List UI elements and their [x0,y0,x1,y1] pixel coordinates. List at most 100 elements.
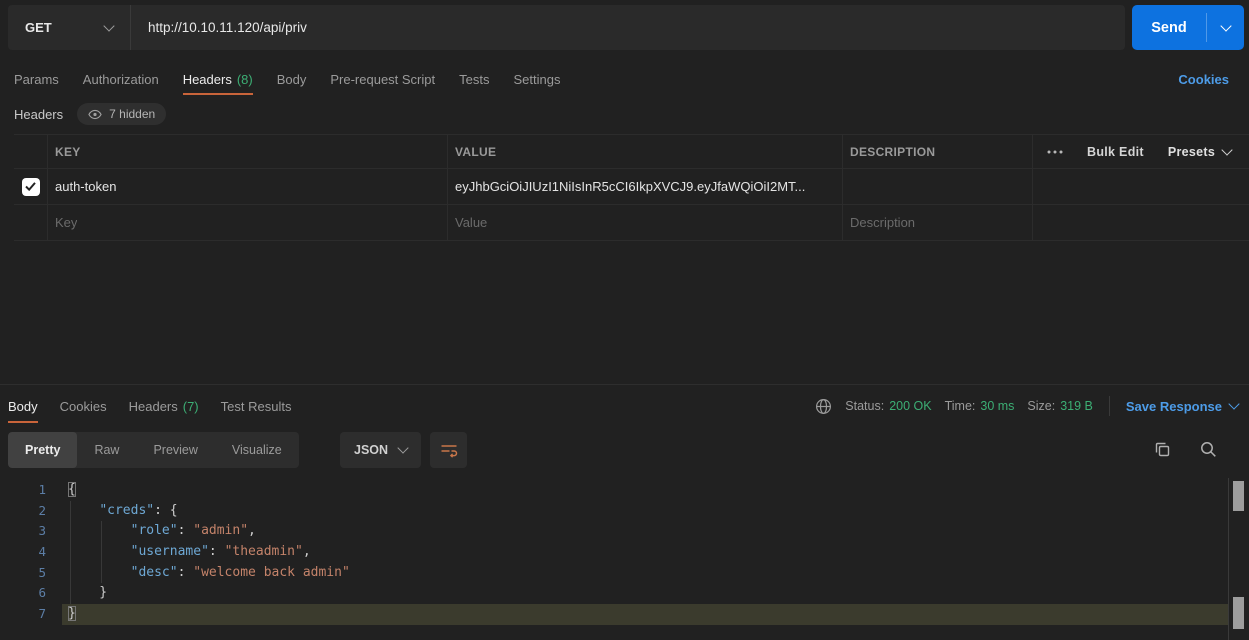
new-value-input[interactable]: Value [448,205,843,240]
line-number: 1 [0,480,46,501]
line-number: 3 [0,521,46,542]
response-tab-cookies[interactable]: Cookies [60,389,107,423]
meta-divider [1109,396,1110,416]
code-line-3[interactable]: 3 "role": "admin", [0,521,1249,542]
tab-label: Body [277,72,307,87]
value-placeholder: Value [455,215,487,230]
request-tab-authorization[interactable]: Authorization [83,63,159,95]
send-options-button[interactable] [1207,26,1244,30]
row-checkbox-cell [14,169,48,204]
view-tab-preview[interactable]: Preview [136,432,214,468]
headers-section-header: Headers 7 hidden [14,102,166,126]
header-key-cell[interactable]: auth-token [48,169,448,204]
copy-icon [1153,440,1172,459]
tab-label: Test Results [221,399,292,414]
save-response-label: Save Response [1126,399,1222,414]
code-line-6[interactable]: 6 } [0,583,1249,604]
send-button[interactable]: Send [1132,5,1244,50]
tab-label: Authorization [83,72,159,87]
url-input[interactable]: http://10.10.11.120/api/priv [131,5,1125,50]
table-actions: Bulk Edit Presets [1033,135,1249,168]
copy-response-button[interactable] [1153,440,1172,464]
code-lines: 1{2 "creds": {3 "role": "admin",4 "usern… [0,480,1249,625]
method-selector[interactable]: GET [8,5,131,50]
tab-count: (8) [237,72,253,87]
view-mode-tabs: PrettyRawPreviewVisualize [8,432,299,468]
bulk-edit-button[interactable]: Bulk Edit [1087,145,1144,159]
chevron-down-icon [1228,398,1239,409]
chevron-down-icon [1221,144,1232,155]
line-number: 2 [0,501,46,522]
tab-label: Cookies [60,399,107,414]
code-line-4[interactable]: 4 "username": "theadmin", [0,542,1249,563]
code-line-1[interactable]: 1{ [0,480,1249,501]
time-value: 30 ms [980,399,1014,413]
request-tab-headers[interactable]: Headers (8) [183,63,253,95]
postman-app: GET http://10.10.11.120/api/priv Send Pa… [0,0,1249,640]
request-tab-params[interactable]: Params [14,63,59,95]
search-response-button[interactable] [1199,440,1217,463]
indent-guide [101,521,102,583]
response-body-editor[interactable]: 1{2 "creds": {3 "role": "admin",4 "usern… [0,480,1249,625]
check-icon [25,182,36,191]
tab-label: Pre-request Script [330,72,435,87]
scrollbar-cursor-marker [1233,597,1244,629]
response-tab-headers[interactable]: Headers (7) [129,389,199,423]
response-tab-body[interactable]: Body [8,389,38,423]
presets-dropdown[interactable]: Presets [1168,145,1231,159]
line-number: 6 [0,583,46,604]
header-value-text: eyJhbGciOiJIUzI1NiIsInR5cCI6IkpXVCJ9.eyJ… [455,179,805,194]
view-tab-raw[interactable]: Raw [77,432,136,468]
view-tab-visualize[interactable]: Visualize [215,432,299,468]
view-tab-pretty[interactable]: Pretty [8,432,77,468]
tab-label: Headers [183,72,232,87]
header-value-cell[interactable]: eyJhbGciOiJIUzI1NiIsInR5cCI6IkpXVCJ9.eyJ… [448,169,843,204]
line-content: } [68,583,107,604]
row-actions-cell [1033,169,1249,204]
tab-label: Settings [513,72,560,87]
row-actions-cell [1033,205,1249,240]
line-number: 4 [0,542,46,563]
request-tab-pre-request-script[interactable]: Pre-request Script [330,63,435,95]
more-options-icon[interactable] [1047,150,1063,154]
language-label: JSON [354,443,388,457]
line-content: { [68,480,76,501]
row-checkbox[interactable] [22,178,40,196]
line-number: 5 [0,563,46,584]
request-tab-settings[interactable]: Settings [513,63,560,95]
globe-icon[interactable] [815,398,832,415]
headers-table: KEY VALUE DESCRIPTION Bulk Edit Presets [14,134,1249,241]
scrollbar-thumb[interactable] [1233,481,1244,511]
new-description-input[interactable]: Description [843,205,1033,240]
new-key-input[interactable]: Key [48,205,448,240]
save-response-button[interactable]: Save Response [1126,399,1238,414]
cookies-link[interactable]: Cookies [1178,63,1229,95]
code-line-7[interactable]: 7} [0,604,1249,625]
key-placeholder: Key [55,215,77,230]
header-description-cell[interactable] [843,169,1033,204]
editor-scrollbar[interactable] [1228,478,1249,640]
line-number: 7 [0,604,46,625]
code-line-5[interactable]: 5 "desc": "welcome back admin" [0,563,1249,584]
request-tab-tests[interactable]: Tests [459,63,489,95]
header-key-text: auth-token [55,179,116,194]
language-dropdown[interactable]: JSON [340,432,421,468]
tab-label: Body [8,399,38,414]
tab-label: Headers [129,399,178,414]
code-line-2[interactable]: 2 "creds": { [0,501,1249,522]
wrap-lines-button[interactable] [430,432,467,468]
tab-count: (7) [183,399,199,414]
response-tab-test-results[interactable]: Test Results [221,389,292,423]
response-meta: Status: 200 OK Time: 30 ms Size: 319 B S… [815,389,1238,423]
size-label: Size: [1027,399,1055,413]
status-label: Status: [845,399,884,413]
column-header-value: VALUE [448,135,843,168]
eye-icon [88,109,102,120]
hidden-headers-toggle[interactable]: 7 hidden [77,103,166,125]
presets-label: Presets [1168,145,1215,159]
method-label: GET [25,20,52,35]
request-tab-body[interactable]: Body [277,63,307,95]
line-content: "creds": { [68,501,178,522]
response-tabs: Body Cookies Headers (7) Test Results [8,389,291,423]
line-content: "desc": "welcome back admin" [68,563,350,584]
